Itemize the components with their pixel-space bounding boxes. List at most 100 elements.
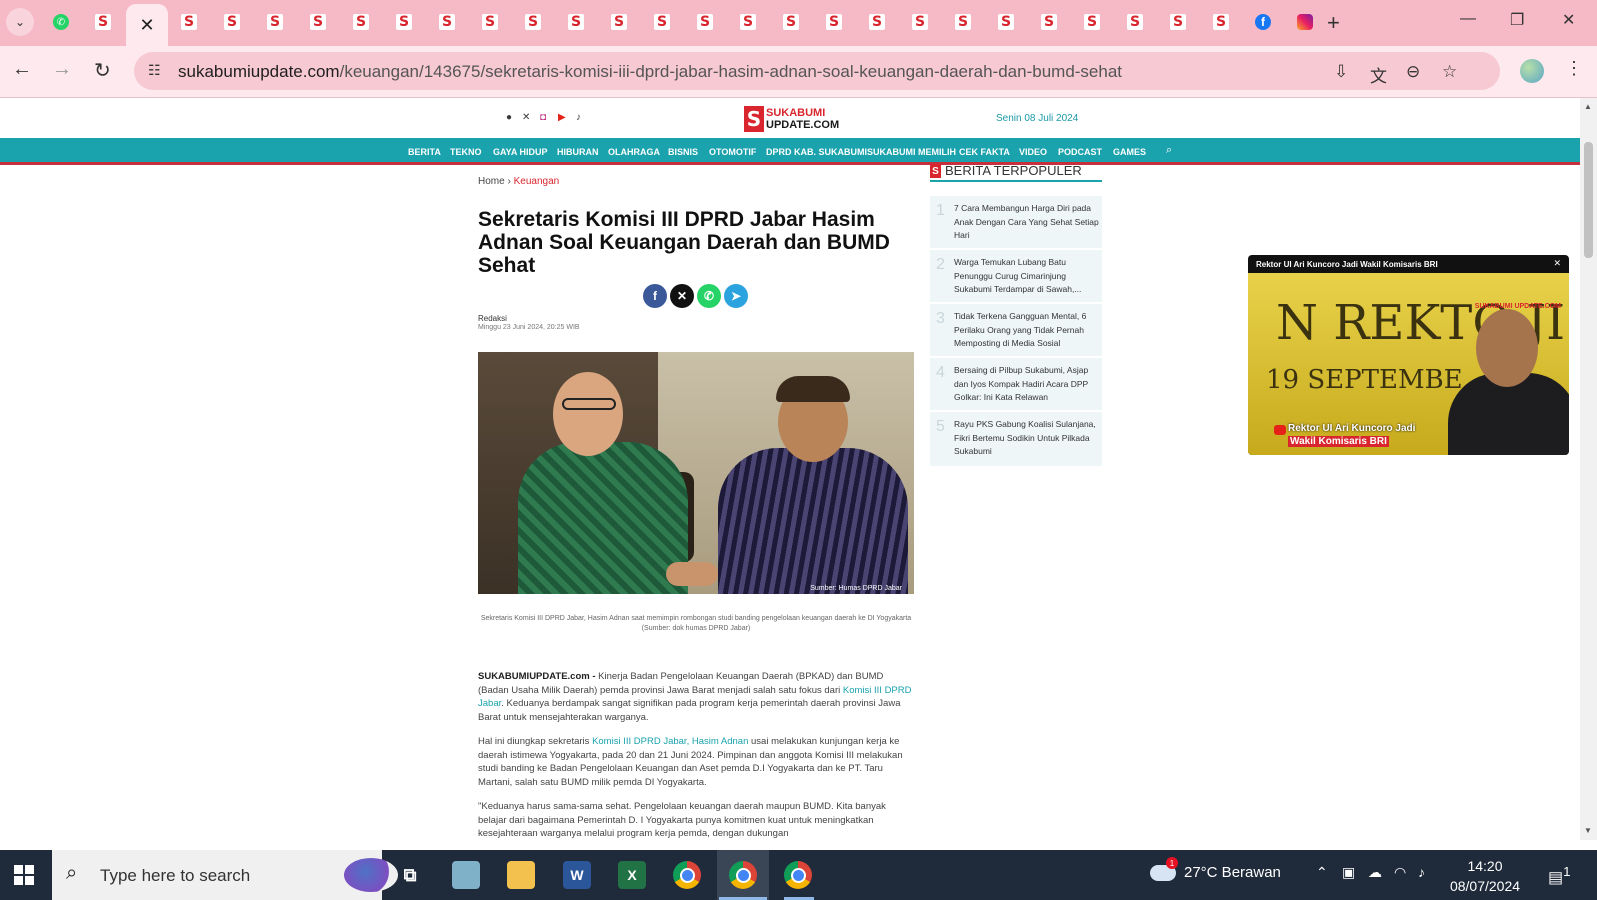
- tab-whatsapp[interactable]: ✆: [40, 6, 82, 38]
- chrome-profile-icon[interactable]: [784, 861, 812, 889]
- site-info-icon[interactable]: ☷: [148, 62, 161, 79]
- tab-sukabumi[interactable]: S: [1200, 6, 1242, 38]
- popular-item[interactable]: 2 Warga Temukan Lubang Batu Penunggu Cur…: [930, 250, 1102, 302]
- translate-icon[interactable]: 文: [1370, 62, 1387, 87]
- meet-now-icon[interactable]: ▣: [1342, 864, 1355, 881]
- nav-item[interactable]: OTOMOTIF: [709, 147, 756, 157]
- reload-icon[interactable]: ↻: [94, 58, 111, 83]
- scrollbar-thumb[interactable]: [1584, 142, 1593, 258]
- x-twitter-icon[interactable]: ✕: [522, 112, 530, 123]
- tag-link[interactable]: Hasim Adnan: [692, 736, 749, 747]
- popular-item[interactable]: 4 Bersaing di Pilbup Sukabumi, Asjap dan…: [930, 358, 1102, 410]
- nav-item[interactable]: PODCAST: [1058, 147, 1102, 157]
- nav-item[interactable]: DPRD KAB. SUKABUMI: [766, 147, 867, 157]
- popular-title[interactable]: Rayu PKS Gabung Koalisi Sulanjana, Fikri…: [954, 418, 1102, 459]
- close-icon[interactable]: ✕: [1553, 258, 1561, 269]
- tab-sukabumi[interactable]: S: [168, 6, 210, 38]
- tab-sukabumi[interactable]: S: [727, 6, 769, 38]
- search-icon[interactable]: ⌕: [1166, 144, 1172, 157]
- scroll-down-icon[interactable]: ▼: [1584, 826, 1592, 835]
- nav-item[interactable]: HIBURAN: [557, 147, 599, 157]
- tiktok-icon[interactable]: ♪: [576, 112, 581, 123]
- popular-item[interactable]: 3 Tidak Terkena Gangguan Mental, 6 Peril…: [930, 304, 1102, 356]
- popular-title[interactable]: Tidak Terkena Gangguan Mental, 6 Perilak…: [954, 310, 1102, 351]
- windows-start-button[interactable]: [14, 865, 34, 885]
- tab-sukabumi[interactable]: S: [1071, 6, 1113, 38]
- nav-item[interactable]: OLAHRAGA: [608, 147, 660, 157]
- tab-sukabumi[interactable]: S: [899, 6, 941, 38]
- taskbar-search-box[interactable]: ⌕ Type here to search: [52, 850, 398, 900]
- tab-instagram[interactable]: [1284, 6, 1326, 38]
- tab-sukabumi[interactable]: S: [254, 6, 296, 38]
- nav-item[interactable]: BISNIS: [668, 147, 698, 157]
- wifi-icon[interactable]: ◠: [1394, 864, 1406, 881]
- article-author[interactable]: Redaksi: [478, 314, 507, 323]
- more-menu-icon[interactable]: ⋮: [1565, 58, 1583, 79]
- tab-sukabumi[interactable]: S: [469, 6, 511, 38]
- share-x-icon[interactable]: ✕: [670, 284, 694, 308]
- back-arrow-icon[interactable]: ←: [12, 58, 32, 81]
- chrome-profile-icon[interactable]: [729, 861, 757, 889]
- system-clock[interactable]: 14:20 08/07/2024: [1440, 856, 1530, 896]
- popular-title[interactable]: 7 Cara Membangun Harga Diri pada Anak De…: [954, 202, 1102, 243]
- tab-sukabumi[interactable]: S: [82, 6, 124, 38]
- popular-item[interactable]: 1 7 Cara Membangun Harga Diri pada Anak …: [930, 196, 1102, 248]
- notification-center-icon[interactable]: ▤1: [1548, 864, 1571, 887]
- minimize-icon[interactable]: —: [1460, 10, 1476, 28]
- forward-arrow-icon[interactable]: →: [52, 58, 72, 81]
- tab-sukabumi[interactable]: S: [856, 6, 898, 38]
- tab-sukabumi[interactable]: S: [1028, 6, 1070, 38]
- instagram-icon[interactable]: ◘: [540, 112, 546, 123]
- tab-sukabumi[interactable]: S: [512, 6, 554, 38]
- url-text[interactable]: sukabumiupdate.com/keuangan/143675/sekre…: [178, 62, 1122, 82]
- nav-item[interactable]: TEKNO: [450, 147, 482, 157]
- tab-sukabumi[interactable]: S: [1157, 6, 1199, 38]
- volume-icon[interactable]: ♪: [1418, 864, 1425, 880]
- excel-icon[interactable]: X: [618, 861, 646, 889]
- tab-sukabumi[interactable]: S: [340, 6, 382, 38]
- window-close-icon[interactable]: ✕: [1562, 10, 1575, 30]
- restore-icon[interactable]: ❐: [1510, 10, 1524, 30]
- tab-sukabumi[interactable]: S: [985, 6, 1027, 38]
- popular-title[interactable]: Warga Temukan Lubang Batu Penunggu Curug…: [954, 256, 1102, 297]
- tag-link[interactable]: Komisi III DPRD Jabar: [592, 736, 687, 747]
- tab-sukabumi[interactable]: S: [211, 6, 253, 38]
- play-icon[interactable]: [1274, 425, 1286, 435]
- nav-item[interactable]: VIDEO: [1019, 147, 1047, 157]
- bookmark-star-icon[interactable]: ☆: [1442, 62, 1457, 82]
- weather-widget[interactable]: 1 27°C Berawan: [1150, 857, 1281, 882]
- scroll-up-icon[interactable]: ▲: [1584, 102, 1592, 111]
- tab-sukabumi[interactable]: S: [383, 6, 425, 38]
- nav-item[interactable]: SUKABUMI MEMILIH: [867, 147, 956, 157]
- site-logo[interactable]: S SUKABUMI UPDATE.COM: [744, 106, 839, 132]
- breadcrumb-home[interactable]: Home: [478, 176, 505, 187]
- chrome-icon[interactable]: [673, 861, 701, 889]
- zoom-icon[interactable]: ⊖: [1406, 62, 1420, 82]
- tab-sukabumi[interactable]: S: [641, 6, 683, 38]
- chevron-up-icon[interactable]: ⌃: [1316, 864, 1328, 881]
- tab-sukabumi[interactable]: S: [770, 6, 812, 38]
- tab-sukabumi[interactable]: S: [297, 6, 339, 38]
- taskbar-search-placeholder[interactable]: Type here to search: [100, 866, 250, 886]
- floating-video-player[interactable]: Rektor UI Ari Kuncoro Jadi Wakil Komisar…: [1248, 255, 1569, 455]
- tab-sukabumi[interactable]: S: [684, 6, 726, 38]
- app-icon[interactable]: [452, 861, 480, 889]
- nav-item[interactable]: BERITA: [408, 147, 441, 157]
- tab-sukabumi[interactable]: S: [942, 6, 984, 38]
- tab-sukabumi[interactable]: S: [426, 6, 468, 38]
- share-whatsapp-icon[interactable]: ✆: [697, 284, 721, 308]
- tab-sukabumi[interactable]: S: [598, 6, 640, 38]
- new-tab-button[interactable]: +: [1327, 10, 1340, 36]
- tab-sukabumi[interactable]: S: [1114, 6, 1156, 38]
- tab-sukabumi[interactable]: S: [813, 6, 855, 38]
- tab-sukabumi[interactable]: S: [555, 6, 597, 38]
- nav-item[interactable]: CEK FAKTA: [959, 147, 1010, 157]
- tab-search-button[interactable]: ⌄: [6, 8, 34, 36]
- word-icon[interactable]: W: [563, 861, 591, 889]
- tab-facebook[interactable]: f: [1242, 6, 1284, 38]
- profile-avatar[interactable]: [1520, 59, 1544, 83]
- address-bar[interactable]: ☷ sukabumiupdate.com/keuangan/143675/sek…: [134, 52, 1500, 90]
- close-icon[interactable]: ✕: [139, 15, 154, 36]
- share-telegram-icon[interactable]: ➤: [724, 284, 748, 308]
- video-frame[interactable]: N REKTO JI 19 SEPTEMBE SUKABUMI UPDATE.C…: [1248, 273, 1569, 455]
